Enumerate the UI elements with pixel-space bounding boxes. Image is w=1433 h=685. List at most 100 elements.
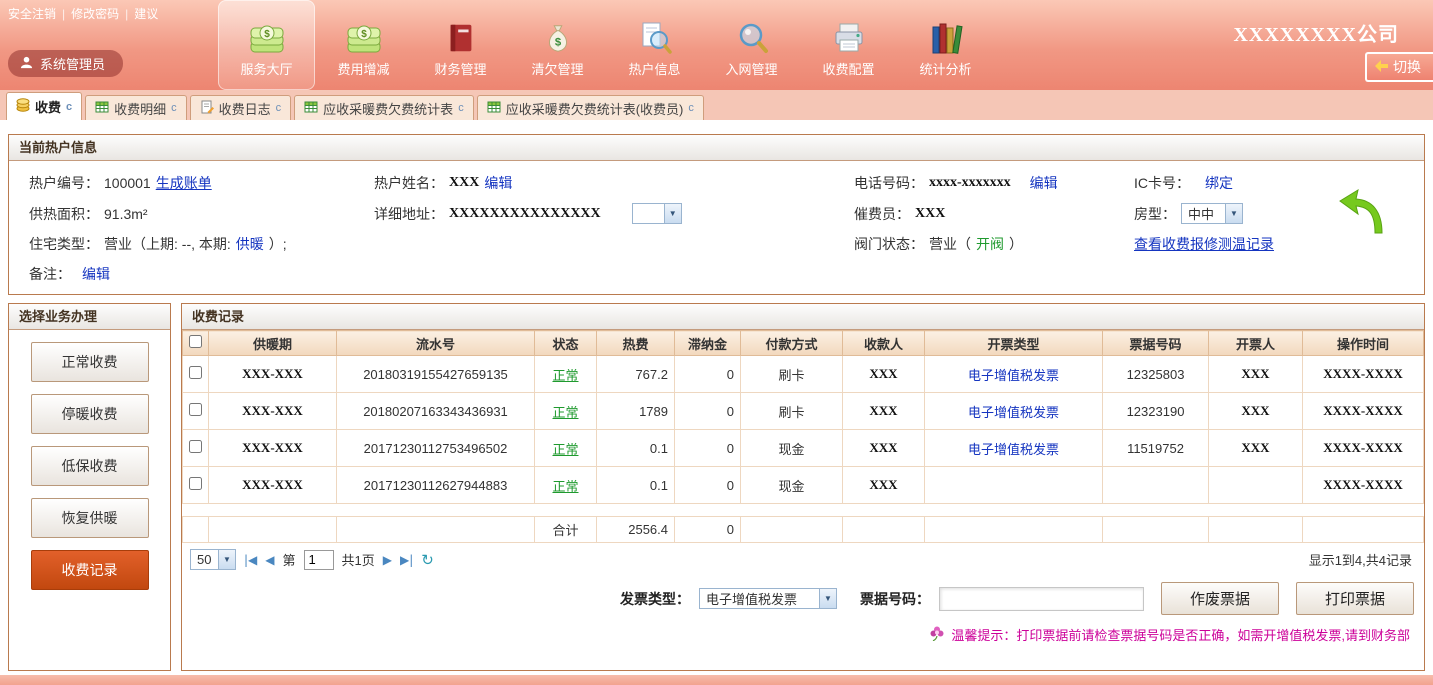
select-all-checkbox[interactable] [189, 335, 202, 348]
tab-close-icon[interactable]: c [171, 102, 177, 114]
tab-fees[interactable]: 收费 c [6, 92, 82, 120]
tab-close-icon[interactable]: c [276, 102, 282, 114]
tab-bar: 收费 c 收费明细 c 收费日志 c 应收采暖费欠费统计表 c 应收采暖费欠费统… [0, 90, 1433, 120]
period-cell: XXX-XXX [209, 356, 337, 393]
status-link[interactable]: 正常 [552, 368, 578, 383]
status-link[interactable]: 正常 [552, 442, 578, 457]
tab-arrears-report[interactable]: 应收采暖费欠费统计表 c [294, 95, 474, 120]
phone-value: xxxx-xxxxxxx [929, 175, 1011, 191]
sidebar-item-stop-heating-fee[interactable]: 停暖收费 [31, 394, 149, 434]
col-header: 操作时间 [1303, 331, 1424, 356]
menu-item-service-hall[interactable]: $ 服务大厅 [218, 0, 315, 90]
invoice-type-link[interactable]: 电子增值税发票 [968, 405, 1059, 420]
magnifier-icon [734, 12, 770, 56]
menu-item-finance[interactable]: 财务管理 [412, 0, 509, 90]
switch-button[interactable]: 切换 [1365, 52, 1433, 82]
fee-records-panel: 收费记录 供暖期 流水号 状态 热费 滞纳金 付款方式 [181, 303, 1425, 671]
valve-status-suffix: ） [1009, 234, 1023, 254]
green-back-arrow-icon[interactable] [1336, 187, 1390, 238]
view-fee-repair-records-link[interactable]: 查看收费报修测温记录 [1134, 234, 1274, 254]
op-time-cell: XXXX-XXXX [1303, 467, 1424, 504]
invoice-no-cell [1103, 467, 1209, 504]
op-time-cell: XXXX-XXXX [1303, 356, 1424, 393]
chevron-down-icon: ▼ [819, 589, 836, 608]
payee-cell: XXX [843, 356, 925, 393]
menu-item-label: 入网管理 [725, 59, 777, 78]
change-password-link[interactable]: 修改密码 [71, 5, 119, 22]
ic-bind-link[interactable]: 绑定 [1205, 173, 1233, 193]
logout-link[interactable]: 安全注销 [8, 5, 56, 22]
next-page-button[interactable]: ▶ [383, 553, 392, 567]
sidebar-item-resume-heating[interactable]: 恢复供暖 [31, 498, 149, 538]
heating-status-link[interactable]: 供暖 [236, 234, 264, 254]
menu-item-fee-config[interactable]: 收费配置 [800, 0, 897, 90]
name-edit-link[interactable]: 编辑 [484, 173, 512, 193]
prev-page-button[interactable]: ◀ [265, 553, 274, 567]
address-select[interactable]: ▼ [632, 203, 682, 224]
invoice-type-select[interactable]: 电子增值税发票 ▼ [699, 588, 837, 609]
status-link[interactable]: 正常 [552, 479, 578, 494]
status-link[interactable]: 正常 [552, 405, 578, 420]
phone-edit-link[interactable]: 编辑 [1030, 173, 1058, 193]
print-ticket-button[interactable]: 打印票据 [1296, 582, 1414, 615]
generate-bill-link[interactable]: 生成账单 [156, 173, 212, 193]
remark-field: 备注： 编辑 [29, 264, 374, 284]
serial-cell: 20180207163343436931 [337, 393, 535, 430]
table-header-row: 供暖期 流水号 状态 热费 滞纳金 付款方式 收款人 开票类型 票据号码 开票人… [183, 331, 1424, 356]
books-icon [928, 12, 964, 56]
tab-close-icon[interactable]: c [688, 102, 694, 114]
sidebar-item-normal-fee[interactable]: 正常收费 [31, 342, 149, 382]
row-checkbox[interactable] [189, 366, 202, 379]
first-page-button[interactable]: |◀ [244, 553, 257, 567]
invoice-type-link[interactable]: 电子增值税发票 [968, 368, 1059, 383]
payee-cell: XXX [843, 430, 925, 467]
page-number-input[interactable] [304, 550, 334, 570]
row-checkbox[interactable] [189, 477, 202, 490]
menu-item-network-access[interactable]: 入网管理 [703, 0, 800, 90]
remark-edit-link[interactable]: 编辑 [82, 264, 110, 284]
invoice-type-cell [925, 467, 1103, 504]
row-checkbox[interactable] [189, 440, 202, 453]
total-fee-cell: 2556.4 [597, 517, 675, 543]
issuer-cell: XXX [1209, 393, 1303, 430]
suggest-link[interactable]: 建议 [134, 5, 158, 22]
fee-cell: 0.1 [597, 467, 675, 504]
money-stack-icon: $ [344, 12, 384, 56]
valve-status-field: 阀门状态： 营业（开阀） [854, 234, 1134, 254]
refresh-icon[interactable]: ↻ [421, 551, 434, 569]
fee-cell: 0.1 [597, 430, 675, 467]
user-badge: 系统管理员 [8, 50, 123, 77]
issuer-cell: XXX [1209, 430, 1303, 467]
period-cell: XXX-XXX [209, 393, 337, 430]
tab-fee-detail[interactable]: 收费明细 c [85, 95, 187, 120]
ticket-no-label: 票据号码： [860, 589, 930, 609]
warm-tip: 温馨提示：打印票据前请检查票据号码是否正确，如需开增值税发票,请到财务部 [182, 615, 1424, 644]
heating-area-label: 供热面积： [29, 204, 99, 224]
menu-item-fee-adjust[interactable]: $ 费用增减 [315, 0, 412, 90]
invoice-type-link[interactable]: 电子增值税发票 [968, 442, 1059, 457]
table-row: XXX-XXX 20180207163343436931 正常 1789 0 刷… [183, 393, 1424, 430]
row-checkbox[interactable] [189, 403, 202, 416]
late-fee-cell: 0 [675, 356, 741, 393]
page-size-select[interactable]: 50 ▼ [190, 549, 236, 570]
void-ticket-button[interactable]: 作废票据 [1161, 582, 1279, 615]
room-type-select[interactable]: 中中 ▼ [1181, 203, 1243, 224]
last-page-button[interactable]: ▶| [400, 553, 413, 567]
menu-item-label: 热户信息 [628, 59, 680, 78]
menu-item-household-info[interactable]: 热户信息 [606, 0, 703, 90]
address-label: 详细地址： [374, 204, 444, 224]
sidebar-item-low-income-fee[interactable]: 低保收费 [31, 446, 149, 486]
menu-item-statistics[interactable]: 统计分析 [897, 0, 994, 90]
tab-arrears-report-collector[interactable]: 应收采暖费欠费统计表(收费员) c [477, 95, 704, 120]
ticket-no-input[interactable] [939, 587, 1144, 611]
payee-cell: XXX [843, 393, 925, 430]
payee-cell: XXX [843, 467, 925, 504]
tab-close-icon[interactable]: c [458, 102, 464, 114]
tab-close-icon[interactable]: c [66, 101, 72, 113]
tab-fee-log[interactable]: 收费日志 c [190, 95, 292, 120]
menu-item-arrears[interactable]: $ 清欠管理 [509, 0, 606, 90]
table-row: XXX-XXX 20180319155427659135 正常 767.2 0 … [183, 356, 1424, 393]
book-icon [444, 12, 478, 56]
sidebar-item-fee-records[interactable]: 收费记录 [31, 550, 149, 590]
pencil-page-icon [200, 100, 214, 117]
